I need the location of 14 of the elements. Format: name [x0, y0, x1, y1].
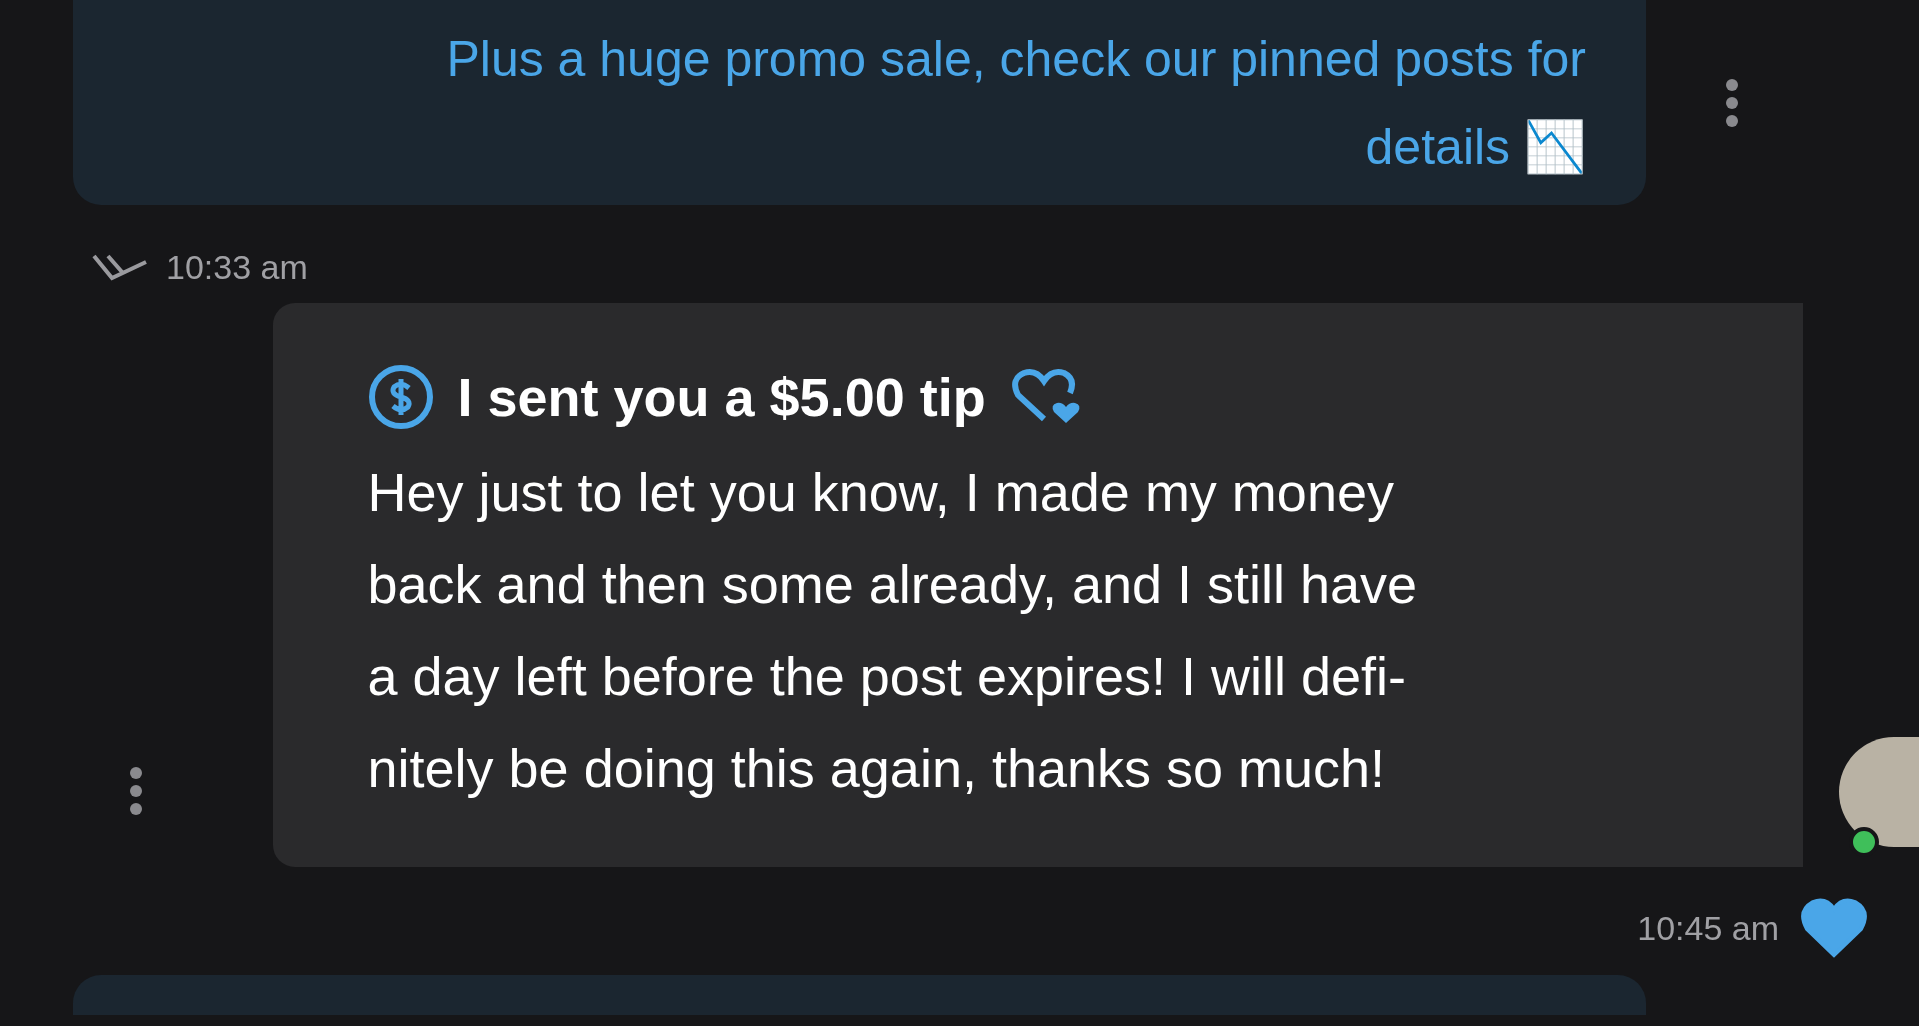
message-line: nitely be doing this again, thanks so much!: [367, 736, 1387, 800]
tip-label: I sent you a $5.00 tip: [457, 365, 986, 429]
message-line: Hey just to let you know, I made my money: [367, 460, 1395, 524]
avatar[interactable]: [1839, 737, 1919, 847]
more-options-icon[interactable]: [128, 765, 145, 817]
more-options-icon[interactable]: [1724, 76, 1740, 129]
message-time: 10:45 am: [1637, 907, 1779, 949]
dollar-circle-icon: [367, 364, 434, 430]
message-time: 10:33 am: [166, 246, 308, 288]
heart-icon[interactable]: [1799, 897, 1869, 959]
message-line: back and then some already, and I still have: [367, 552, 1419, 616]
message-line: details 📉: [1365, 117, 1586, 177]
message-line: Plus a huge promo sale, check our pinned posts for: [446, 29, 1586, 89]
message-line: a day left before the post expires! I will defi-: [367, 644, 1408, 708]
